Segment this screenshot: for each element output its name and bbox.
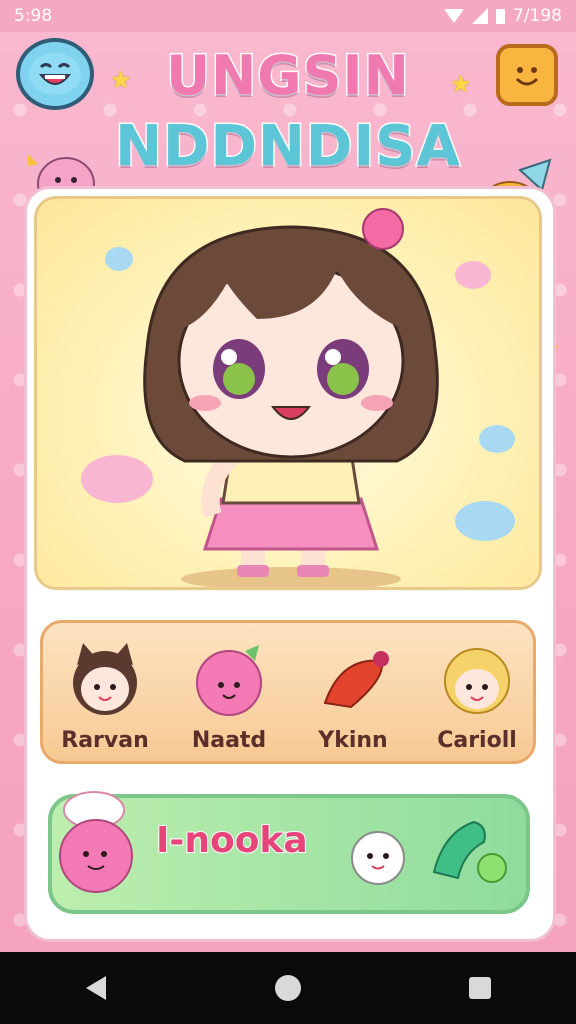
cat-girl-icon xyxy=(73,643,137,715)
game-title-line1: UNGSIN xyxy=(70,43,506,109)
choice-label: Ykinn xyxy=(318,728,388,753)
choice-label: Carioll xyxy=(437,728,517,753)
battery-icon xyxy=(496,8,505,24)
recents-icon xyxy=(469,977,491,999)
character-illustration xyxy=(81,208,515,587)
choice-label: Rarvan xyxy=(61,728,149,753)
status-time: 5:98 xyxy=(14,6,53,26)
character-portrait[interactable] xyxy=(34,196,542,590)
character-choices: Rarvan Naatd Ykinn Carioll xyxy=(40,620,536,764)
choice-naatd[interactable]: Naatd xyxy=(167,623,291,767)
signal-icon xyxy=(472,8,488,24)
choice-carioll[interactable]: Carioll xyxy=(415,623,539,767)
recents-button[interactable] xyxy=(450,958,510,1018)
play-button-label: I-nooka xyxy=(155,819,309,862)
home-icon xyxy=(275,975,301,1001)
back-icon xyxy=(86,976,106,1000)
status-right-text: 7/198 xyxy=(513,6,562,26)
home-button[interactable] xyxy=(258,958,318,1018)
choice-label: Naatd xyxy=(191,728,267,753)
back-button[interactable] xyxy=(66,958,126,1018)
white-ghost-icon xyxy=(351,831,405,885)
red-pepper-icon xyxy=(323,651,389,709)
pink-blob-icon xyxy=(196,645,262,716)
status-bar: 5:98 7/198 xyxy=(0,0,576,32)
android-nav-bar xyxy=(0,952,576,1024)
blonde-girl-icon xyxy=(444,648,510,714)
smiley-face-icon xyxy=(515,67,539,86)
wifi-icon xyxy=(444,9,464,23)
choice-ykinn[interactable]: Ykinn xyxy=(291,623,415,767)
chef-octopus-icon xyxy=(59,791,133,893)
game-title-line2: NDDNDISA xyxy=(114,113,462,181)
status-icons: 7/198 xyxy=(444,6,562,26)
green-gem-icon xyxy=(432,820,507,883)
choice-rarvan[interactable]: Rarvan xyxy=(43,623,167,767)
